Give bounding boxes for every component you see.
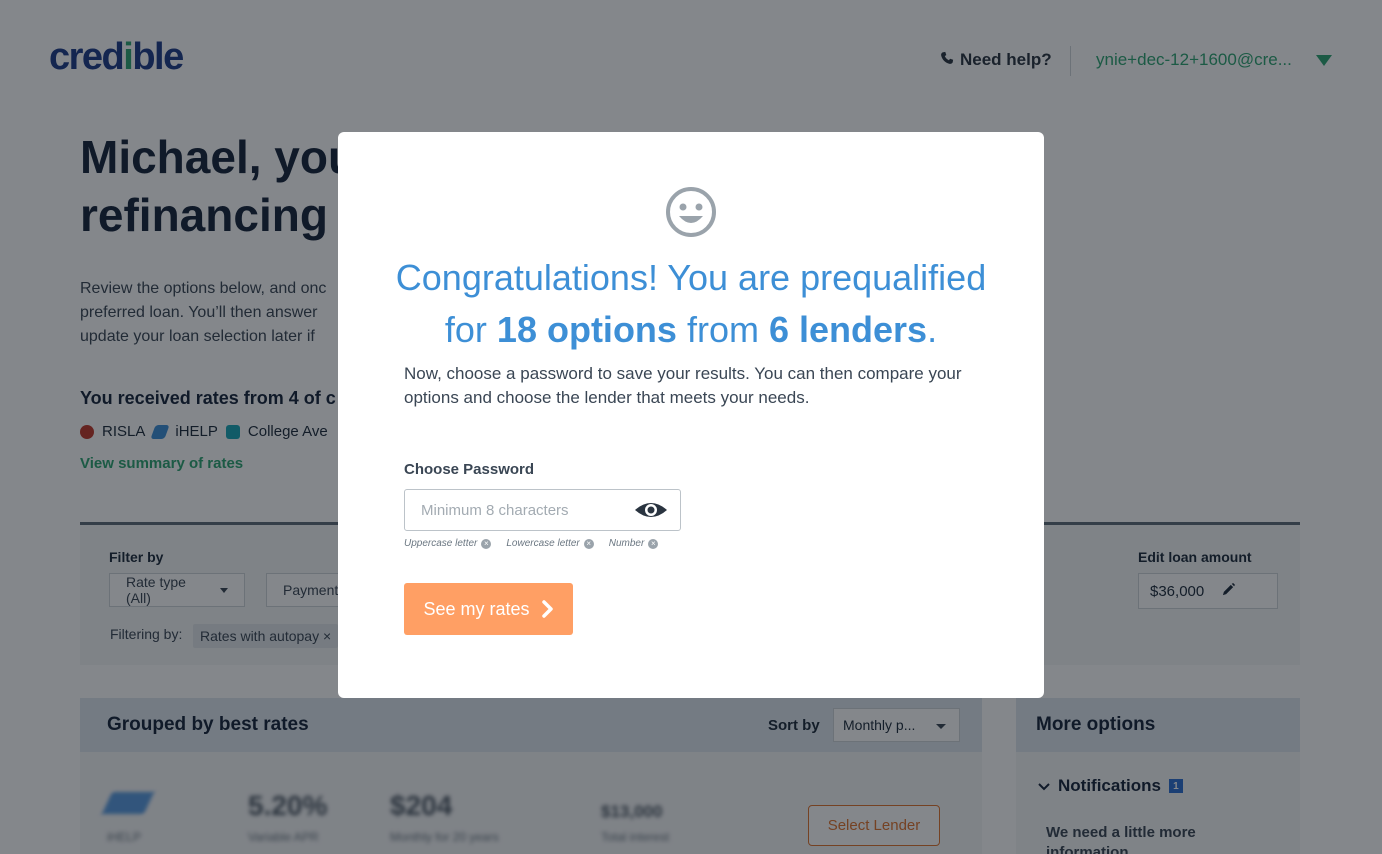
page: credible Need help? ynie+dec-12+1600@cre… — [0, 0, 1382, 854]
req-lowercase: Lowercase letter × — [506, 538, 594, 549]
password-input[interactable] — [419, 490, 633, 530]
req-uppercase: Uppercase letter × — [404, 538, 492, 549]
eye-icon[interactable] — [634, 500, 668, 520]
prequalified-modal: Congratulations! You are prequalified fo… — [338, 132, 1044, 698]
modal-subtext: Now, choose a password to save your resu… — [404, 364, 962, 407]
smiley-icon — [666, 187, 716, 237]
modal-headline-end: . — [927, 309, 938, 350]
see-my-rates-label: See my rates — [423, 598, 530, 619]
modal-headline-for: for — [444, 309, 487, 350]
x-circle-icon: × — [583, 538, 594, 549]
modal-headline-from: from — [686, 309, 759, 350]
options-count: 18 options — [496, 309, 677, 350]
req-number-label: Number — [608, 538, 645, 549]
req-number: Number × — [609, 538, 659, 549]
x-circle-icon: × — [648, 538, 659, 549]
chevron-right-icon — [541, 600, 553, 618]
password-field — [404, 489, 681, 531]
password-requirements: Uppercase letter × Lowercase letter × Numb… — [404, 538, 659, 549]
req-lowercase-label: Lowercase letter — [506, 538, 580, 549]
modal-headline-line1: Congratulations! You are prequalified — [395, 257, 987, 298]
modal-headline: Congratulations! You are prequalified fo… — [338, 252, 1044, 356]
see-my-rates-button[interactable]: See my rates — [404, 583, 573, 635]
lenders-count: 6 lenders — [768, 309, 928, 350]
password-label: Choose Password — [404, 461, 535, 478]
x-circle-icon: × — [481, 538, 492, 549]
req-uppercase-label: Uppercase letter — [404, 538, 478, 549]
